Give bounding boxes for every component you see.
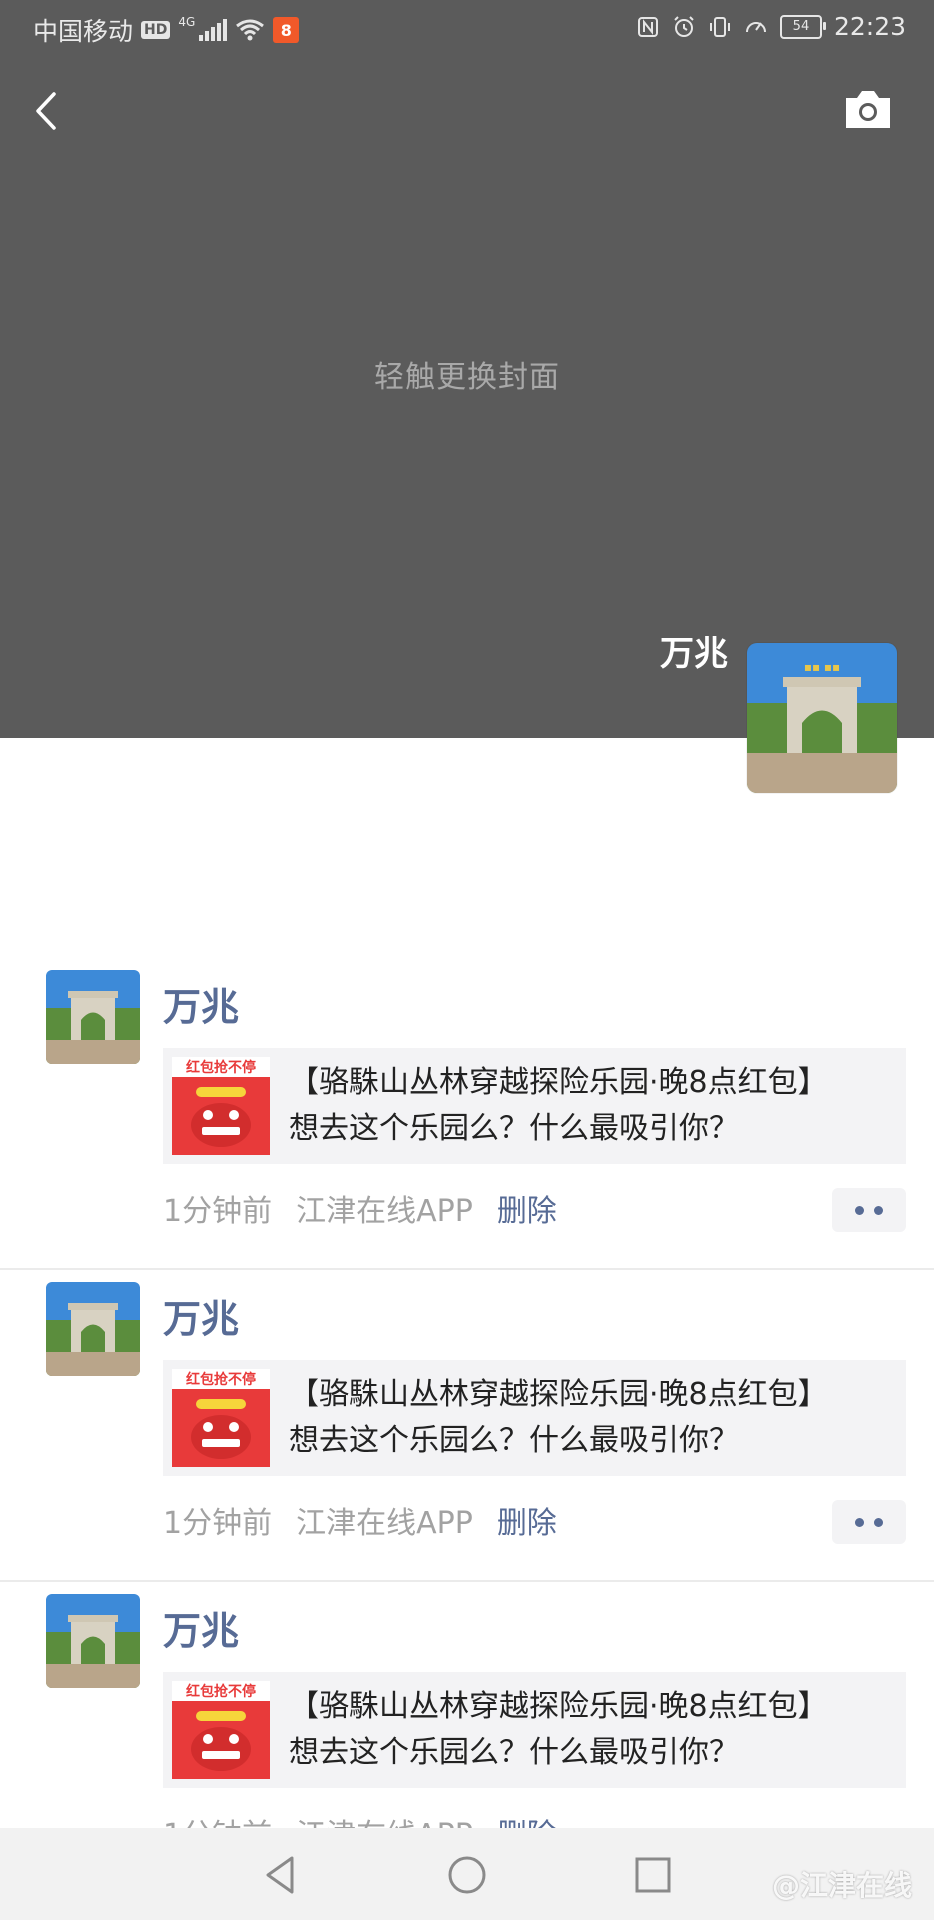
circle-home-icon[interactable] — [440, 1848, 494, 1902]
dot-icon — [855, 1205, 864, 1215]
more-actions-button[interactable] — [832, 1188, 906, 1232]
nfc-icon — [637, 16, 658, 37]
post-author-name[interactable]: 万兆 — [163, 1600, 239, 1655]
status-bar: 中国移动 HD 4G 8 54 22:23 — [0, 0, 934, 56]
share-title: 【骆駯山丛林穿越探险乐园·晚8点红包】 — [289, 1065, 828, 1100]
post-source[interactable]: 江津在线APP — [296, 1186, 473, 1230]
post-meta: 1分钟前 江津在线APP 删除 — [163, 1186, 557, 1230]
square-recent-icon[interactable] — [626, 1848, 680, 1902]
share-title: 【骆駯山丛林穿越探险乐园·晚8点红包】 — [289, 1377, 828, 1412]
vibrate-icon — [709, 16, 730, 37]
share-title: 【骆駯山丛林穿越探险乐园·晚8点红包】 — [289, 1689, 828, 1724]
owner-avatar[interactable]: ▪▪ ▪▪ — [747, 643, 897, 793]
moments-page: 中国移动 HD 4G 8 54 22:23 轻触更换封面 万兆 ▪▪ ▪▪ 万兆… — [0, 0, 934, 1920]
thumb-title: 红包抢不停 — [186, 1683, 256, 1700]
moments-feed: 万兆 红包抢不停 【骆駯山丛林穿越探险乐园·晚8点红包】 想去这个乐园么？什么最… — [0, 958, 934, 1894]
post-meta: 1分钟前 江津在线APP 删除 — [163, 1498, 557, 1542]
alarm-icon — [674, 15, 694, 37]
post-time: 1分钟前 — [163, 1194, 273, 1229]
avatar[interactable] — [46, 1594, 140, 1688]
more-actions-button[interactable] — [832, 1500, 906, 1544]
share-subtitle: 想去这个乐园么？什么最吸引你？ — [289, 1111, 739, 1146]
dot-icon — [874, 1205, 883, 1215]
share-text: 【骆駯山丛林穿越探险乐园·晚8点红包】 想去这个乐园么？什么最吸引你？ — [289, 1372, 896, 1464]
battery-icon: 54 — [779, 14, 826, 39]
cover-area[interactable]: 中国移动 HD 4G 8 54 22:23 轻触更换封面 — [0, 0, 934, 738]
svg-text:▪▪ ▪▪: ▪▪ ▪▪ — [804, 660, 840, 674]
status-right: 54 22:23 — [636, 12, 906, 41]
back-arrow-icon[interactable] — [26, 86, 66, 136]
change-cover-hint[interactable]: 轻触更换封面 — [0, 352, 934, 396]
network-type-label: 4G — [178, 15, 196, 29]
share-text: 【骆駯山丛林穿越探险乐园·晚8点红包】 想去这个乐园么？什么最吸引你？ — [289, 1060, 896, 1152]
delete-button[interactable]: 删除 — [497, 1186, 557, 1230]
post-time: 1分钟前 — [163, 1506, 273, 1541]
app-notification-icon: 8 — [273, 17, 300, 43]
clock-label: 22:23 — [833, 12, 906, 41]
signal-icon — [199, 19, 228, 41]
shared-link-card[interactable]: 红包抢不停 【骆駯山丛林穿越探险乐园·晚8点红包】 想去这个乐园么？什么最吸引你… — [163, 1048, 906, 1164]
thumb-title: 红包抢不停 — [186, 1371, 256, 1388]
carrier-label: 中国移动 — [33, 17, 134, 46]
delete-button[interactable]: 删除 — [497, 1498, 557, 1542]
share-text: 【骆駯山丛林穿越探险乐园·晚8点红包】 想去这个乐园么？什么最吸引你？ — [289, 1684, 896, 1776]
system-nav-bar: @江津在线 — [0, 1828, 934, 1920]
avatar[interactable] — [46, 970, 140, 1064]
feed-post: 万兆 红包抢不停 【骆駯山丛林穿越探险乐园·晚8点红包】 想去这个乐园么？什么最… — [0, 1270, 934, 1582]
feed-post: 万兆 红包抢不停 【骆駯山丛林穿越探险乐园·晚8点红包】 想去这个乐园么？什么最… — [0, 958, 934, 1270]
watermark: @江津在线 — [771, 1869, 912, 1902]
share-thumbnail: 红包抢不停 — [172, 1057, 270, 1155]
thumb-title: 红包抢不停 — [186, 1059, 256, 1076]
dot-icon — [874, 1517, 883, 1527]
wifi-icon — [236, 19, 265, 41]
share-thumbnail: 红包抢不停 — [172, 1369, 270, 1467]
speed-icon — [745, 21, 766, 32]
status-left: 中国移动 HD 4G 8 — [33, 12, 300, 48]
hd-badge: HD — [141, 21, 171, 39]
share-subtitle: 想去这个乐园么？什么最吸引你？ — [289, 1735, 739, 1770]
share-subtitle: 想去这个乐园么？什么最吸引你？ — [289, 1423, 739, 1458]
owner-name[interactable]: 万兆 — [660, 626, 728, 675]
shared-link-card[interactable]: 红包抢不停 【骆駯山丛林穿越探险乐园·晚8点红包】 想去这个乐园么？什么最吸引你… — [163, 1672, 906, 1788]
post-author-name[interactable]: 万兆 — [163, 976, 239, 1031]
share-thumbnail: 红包抢不停 — [172, 1681, 270, 1779]
camera-icon[interactable] — [842, 86, 894, 132]
triangle-back-icon[interactable] — [254, 1848, 308, 1902]
dot-icon — [855, 1517, 864, 1527]
shared-link-card[interactable]: 红包抢不停 【骆駯山丛林穿越探险乐园·晚8点红包】 想去这个乐园么？什么最吸引你… — [163, 1360, 906, 1476]
avatar[interactable] — [46, 1282, 140, 1376]
post-source[interactable]: 江津在线APP — [296, 1498, 473, 1542]
post-author-name[interactable]: 万兆 — [163, 1288, 239, 1343]
